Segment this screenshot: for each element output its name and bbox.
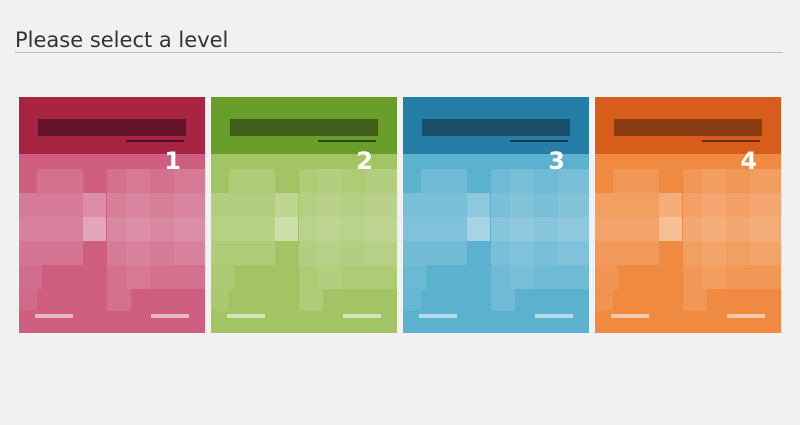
card-tile — [211, 289, 229, 311]
card-footer-line — [35, 314, 73, 318]
card-header-line — [318, 140, 376, 142]
card-tile — [750, 169, 781, 265]
card-tile — [595, 217, 682, 241]
card-tile — [403, 241, 467, 265]
card-tile — [211, 265, 234, 289]
card-header-bar — [230, 119, 378, 136]
card-tile — [211, 241, 275, 265]
card-tile — [595, 193, 659, 217]
card-tile — [683, 265, 781, 289]
level-card-2[interactable]: 2 — [211, 97, 397, 333]
card-footer-line — [227, 314, 265, 318]
card-tile — [702, 169, 726, 289]
card-tile — [421, 169, 467, 193]
card-tile — [403, 217, 490, 241]
level-card-1[interactable]: 1 — [19, 97, 205, 333]
card-tile — [211, 217, 298, 241]
card-tile — [19, 217, 106, 241]
card-tile — [299, 289, 323, 311]
card-tile — [229, 169, 275, 193]
card-footer-line — [727, 314, 765, 318]
level-number: 1 — [164, 147, 181, 175]
card-tile — [595, 241, 659, 265]
card-tile — [211, 193, 275, 217]
card-tile — [19, 289, 37, 311]
level-number: 3 — [548, 147, 565, 175]
card-tile — [491, 265, 589, 289]
card-header-line — [126, 140, 184, 142]
card-tile — [403, 265, 426, 289]
card-tile — [491, 289, 515, 311]
card-tile — [366, 169, 397, 265]
card-tile — [107, 289, 131, 311]
card-tile — [174, 169, 205, 265]
card-footer-line — [151, 314, 189, 318]
card-tile — [558, 169, 589, 265]
card-tile — [19, 241, 83, 265]
card-tile — [510, 169, 534, 289]
title-divider — [15, 52, 783, 53]
card-header-line — [510, 140, 568, 142]
card-footer-line — [343, 314, 381, 318]
card-header-bar — [38, 119, 186, 136]
card-tile — [19, 265, 42, 289]
card-header-bar — [422, 119, 570, 136]
level-card-3[interactable]: 3 — [403, 97, 589, 333]
card-tile — [299, 265, 397, 289]
card-header-line — [702, 140, 760, 142]
card-tile — [19, 193, 83, 217]
card-tile — [613, 169, 659, 193]
card-tile — [683, 289, 707, 311]
level-number: 4 — [740, 147, 757, 175]
card-footer-line — [419, 314, 457, 318]
card-tile — [37, 169, 83, 193]
card-footer-line — [611, 314, 649, 318]
level-number: 2 — [356, 147, 373, 175]
level-card-4[interactable]: 4 — [595, 97, 781, 333]
card-tile — [595, 289, 613, 311]
card-header-bar — [614, 119, 762, 136]
card-tile — [107, 265, 205, 289]
card-tile — [403, 289, 421, 311]
page-title: Please select a level — [15, 28, 229, 52]
card-footer-line — [535, 314, 573, 318]
card-tile — [595, 265, 618, 289]
card-tile — [126, 169, 150, 289]
card-tile — [403, 193, 467, 217]
card-tile — [318, 169, 342, 289]
